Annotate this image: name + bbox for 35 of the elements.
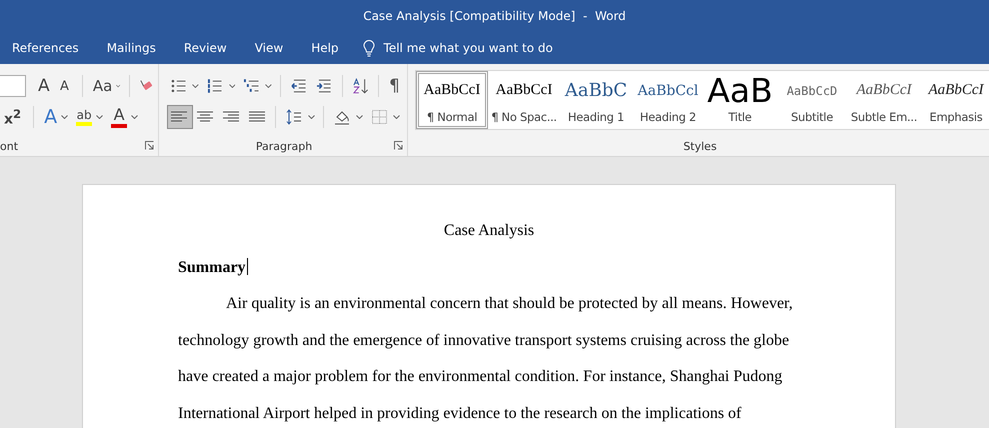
group-label: ont — [0, 140, 18, 152]
ribbon-tab[interactable]: View — [254, 41, 284, 55]
grow-font-button[interactable]: A — [34, 74, 56, 98]
shading-icon — [334, 109, 352, 125]
lightbulb-icon — [362, 40, 375, 56]
decrease-indent-icon — [290, 78, 308, 94]
shrink-font-button[interactable]: A — [56, 74, 78, 98]
tell-me-field[interactable]: Tell me what you want to do — [384, 41, 553, 55]
style-item[interactable]: AaBbCcI ¶ Normal — [416, 71, 488, 129]
font-color-button[interactable]: A — [107, 105, 142, 129]
ribbon-tab[interactable]: References — [12, 41, 79, 55]
text-effects-button[interactable]: A — [40, 105, 72, 129]
show-marks-button[interactable]: ¶ — [384, 74, 407, 98]
dialog-launcher-icon[interactable] — [145, 141, 154, 150]
align-left-button[interactable] — [167, 105, 193, 129]
font-size-field[interactable] — [0, 75, 26, 97]
superscript-button[interactable]: x$^{2}$ — [0, 105, 26, 129]
ribbon-tab[interactable]: Help — [311, 41, 339, 55]
dialog-launcher-icon[interactable] — [394, 141, 403, 150]
bullet-list-icon — [171, 78, 188, 94]
ribbon-tab[interactable]: Review — [184, 41, 227, 55]
line-spacing-icon — [286, 109, 304, 125]
text-cursor — [246, 258, 248, 274]
section-heading: Summary — [178, 258, 246, 276]
highlight-button[interactable]: ab — [72, 105, 108, 129]
group-label: Paragraph — [256, 140, 312, 152]
multilevel-list-icon — [243, 78, 261, 94]
sort-icon — [352, 78, 370, 94]
document-title: Case Analysis — [442, 221, 536, 241]
group-label: Styles — [683, 140, 717, 152]
window-title: Case Analysis [Compatibility Mode] - Word — [363, 9, 626, 23]
body-paragraph: Air quality is an environmental concern that should be protected by all means. However, technology growth and the emergence of innovative transport systems cruising across the globe have created a major problem for the environmental condition. For instance, Shanghai Pudong International Airport helped in providing evidence to the research on the implications of — [178, 294, 794, 424]
ribbon-tab[interactable]: Mailings — [106, 41, 156, 55]
borders-icon — [371, 109, 389, 125]
change-case-button[interactable]: Aa — [88, 74, 125, 98]
